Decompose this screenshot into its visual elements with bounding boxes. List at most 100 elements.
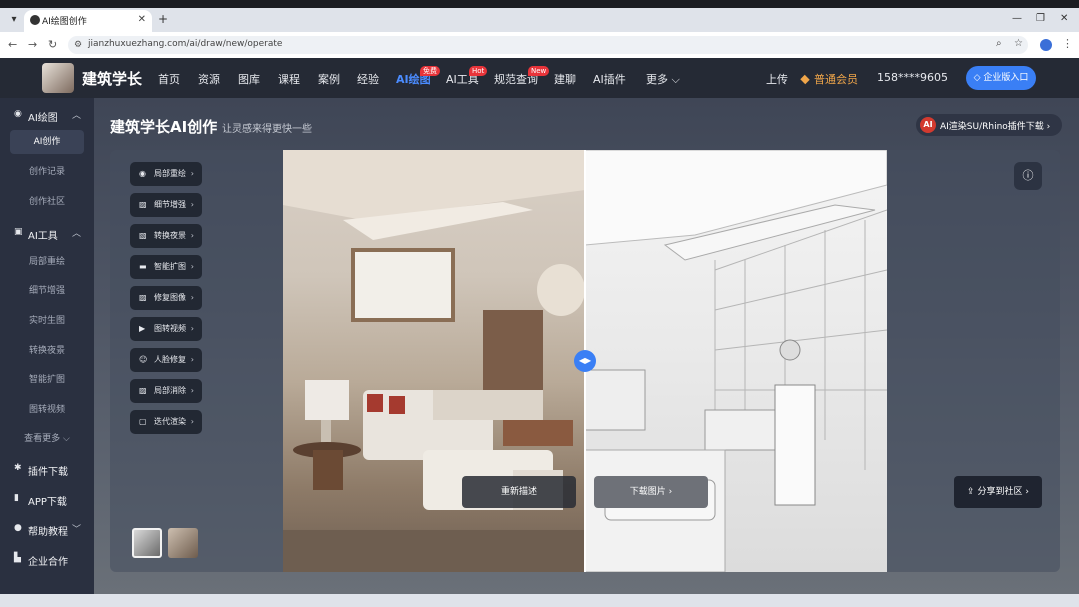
upload-link[interactable]: 上传: [766, 71, 788, 87]
chevron-right-icon: ›: [190, 262, 194, 271]
sidebar-section-label: AI工具: [28, 231, 58, 242]
image-icon: ▨: [139, 200, 147, 209]
sidebar-item-ai-create[interactable]: AI创作: [10, 130, 84, 154]
profile-avatar-icon[interactable]: [1040, 39, 1052, 51]
regenerate-button[interactable]: 重新描述: [462, 476, 576, 508]
zoom-icon[interactable]: ⌕: [996, 38, 1002, 49]
bookmark-star-icon[interactable]: ☆: [1014, 38, 1023, 49]
browser-tab[interactable]: AI绘图创作 ✕: [24, 10, 152, 32]
tool-video-button[interactable]: ▶ 图转视频 ›: [130, 317, 202, 341]
site-info-icon[interactable]: ⚙: [74, 40, 82, 50]
compare-slider-handle[interactable]: ◀▶: [574, 350, 596, 372]
sidebar-item-img2video[interactable]: 图转视频: [10, 398, 84, 422]
plugin-download-text: AI渲染SU/Rhino插件下载: [940, 122, 1044, 132]
share-community-button[interactable]: ⇪ 分享到社区 ›: [954, 476, 1042, 508]
sidebar: ◉ AI绘图 ︿ AI创作 创作记录 创作社区 ▣ AI工具 ︿ 局部重绘 细节…: [0, 98, 94, 594]
rendered-image: [283, 150, 585, 572]
forward-icon[interactable]: →: [28, 38, 37, 51]
nav-cases[interactable]: 案例: [318, 71, 340, 87]
tool-repair-button[interactable]: ▨ 修复图像 ›: [130, 286, 202, 310]
sidebar-item-enhance[interactable]: 细节增强: [10, 279, 84, 303]
nav-home[interactable]: 首页: [158, 71, 180, 87]
chevron-up-icon: ︿: [72, 229, 82, 239]
enterprise-entry-label: 企业版入口: [983, 73, 1029, 83]
tool-inpaint-button[interactable]: ◉ 局部重绘 ›: [130, 162, 202, 186]
diamond-icon: ◇: [973, 73, 984, 83]
info-icon[interactable]: ⓘ: [1014, 162, 1042, 190]
palette-icon: ◉: [139, 169, 146, 178]
nav-chat[interactable]: 建聊: [554, 71, 576, 87]
thumbnail-sketch[interactable]: [132, 528, 162, 558]
compare-viewer[interactable]: ◀▶: [283, 150, 887, 572]
site-header: 建筑学长 首页 资源 图库 课程 案例 经验 AI绘图 免费 AI工具 Hot …: [0, 58, 1079, 98]
sidebar-item-inpaint[interactable]: 局部重绘: [10, 250, 84, 274]
chevron-right-icon: ›: [190, 293, 194, 302]
tab-search-icon[interactable]: ▾: [6, 12, 22, 28]
nav-courses[interactable]: 课程: [278, 71, 300, 87]
logo-avatar[interactable]: [42, 63, 74, 93]
sidebar-more-label: 查看更多: [24, 434, 61, 444]
tool-label: 迭代渲染: [154, 417, 186, 426]
member-label: 普通会员: [814, 73, 858, 86]
enterprise-entry-button[interactable]: ◇ 企业版入口: [966, 66, 1036, 90]
back-icon[interactable]: ←: [8, 38, 17, 51]
nav-more-label: 更多: [646, 73, 668, 86]
repair-icon: ▨: [139, 293, 147, 302]
thumbnail-render[interactable]: [168, 528, 198, 558]
new-tab-icon[interactable]: +: [158, 12, 168, 26]
nav-gallery[interactable]: 图库: [238, 71, 260, 87]
tool-enhance-button[interactable]: ▨ 细节增强 ›: [130, 193, 202, 217]
member-link[interactable]: 普通会员: [800, 71, 858, 87]
chevron-down-icon: ﹀: [72, 525, 82, 535]
tool-night-button[interactable]: ▧ 转换夜景 ›: [130, 224, 202, 248]
sidebar-item-more[interactable]: 查看更多 ⌵: [10, 427, 84, 451]
palette-icon: ◉: [14, 109, 22, 119]
nav-experience[interactable]: 经验: [357, 71, 379, 87]
tool-erase-button[interactable]: ▨ 局部消除 ›: [130, 379, 202, 403]
sidebar-item-night[interactable]: 转换夜景: [10, 339, 84, 363]
user-phone[interactable]: 158****9605: [877, 71, 948, 84]
tool-label: 细节增强: [154, 200, 186, 209]
nav-more[interactable]: 更多 ⌵: [646, 71, 680, 87]
sidebar-app-download[interactable]: ▮ APP下载: [0, 486, 94, 512]
nav-standards-badge: New: [528, 66, 550, 76]
sidebar-section-ai-draw[interactable]: ◉ AI绘图 ︿: [0, 102, 94, 128]
sidebar-item-community[interactable]: 创作社区: [10, 190, 84, 214]
browser-menu-icon[interactable]: ⋮: [1062, 37, 1073, 50]
download-image-button[interactable]: 下载图片 ›: [594, 476, 708, 508]
nav-ai-plugin[interactable]: AI插件: [593, 71, 626, 87]
living-room-sketch: [584, 150, 887, 572]
puzzle-icon: ✱: [14, 463, 22, 473]
sidebar-item-realtime[interactable]: 实时生图: [10, 309, 84, 333]
building-icon: ▙: [14, 553, 21, 563]
reload-icon[interactable]: ↻: [48, 38, 57, 51]
chevron-right-icon: ›: [190, 169, 194, 178]
sidebar-item-outpaint[interactable]: 智能扩图: [10, 368, 84, 392]
iterate-icon: ▢: [139, 417, 147, 426]
tool-outpaint-button[interactable]: ▬ 智能扩图 ›: [130, 255, 202, 279]
sidebar-plugin-download[interactable]: ✱ 插件下载: [0, 456, 94, 482]
sidebar-section-ai-tools[interactable]: ▣ AI工具 ︿: [0, 220, 94, 246]
sidebar-help[interactable]: ● 帮助教程 ﹀: [0, 516, 94, 542]
tool-label: 转换夜景: [154, 231, 186, 240]
chevron-right-icon: ›: [190, 231, 194, 240]
tool-label: 图转视频: [154, 324, 186, 333]
tool-face-button[interactable]: ☺ 人脸修复 ›: [130, 348, 202, 372]
sidebar-enterprise[interactable]: ▙ 企业合作: [0, 546, 94, 572]
sidebar-item-history[interactable]: 创作记录: [10, 160, 84, 184]
logo-text[interactable]: 建筑学长: [82, 68, 142, 89]
tool-iterate-button[interactable]: ▢ 迭代渲染 ›: [130, 410, 202, 434]
nav-ai-draw-badge: 免费: [420, 66, 440, 76]
tool-label: 局部消除: [154, 386, 186, 395]
url-field[interactable]: ⚙ jianzhuxuezhang.com/ai/draw/new/operat…: [68, 36, 1028, 54]
close-tab-icon[interactable]: ✕: [138, 14, 146, 25]
nav-resources[interactable]: 资源: [198, 71, 220, 87]
minimize-icon[interactable]: —: [1012, 13, 1022, 24]
moon-icon: ▧: [139, 231, 147, 240]
close-window-icon[interactable]: ✕: [1060, 13, 1068, 24]
restore-icon[interactable]: ❐: [1036, 13, 1045, 24]
plugin-download-button[interactable]: AI AI渲染SU/Rhino插件下载 ›: [916, 114, 1062, 136]
page-title: 建筑学长AI创作: [110, 118, 218, 136]
chevron-down-icon: ⌵: [60, 434, 70, 444]
chevron-right-icon: ›: [190, 386, 194, 395]
